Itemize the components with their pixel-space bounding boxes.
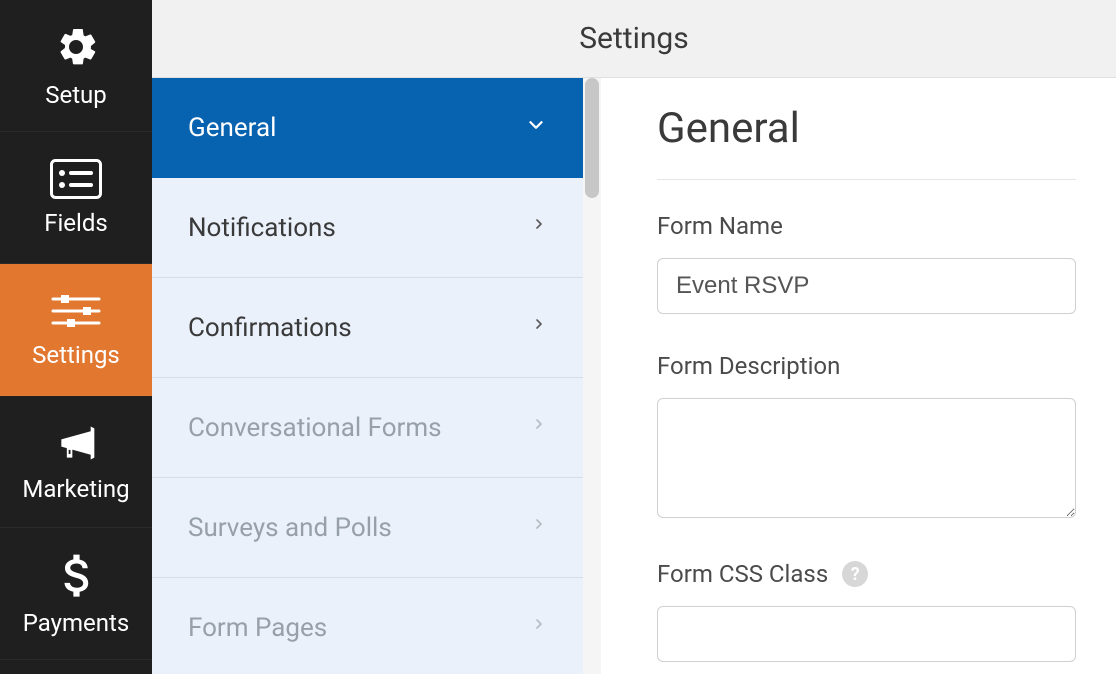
submenu-label: Confirmations (188, 313, 352, 343)
field-group-form-description: Form Description (657, 352, 1076, 522)
settings-submenu: General Notifications Confirmations (152, 78, 583, 674)
chevron-right-icon (531, 612, 547, 643)
bullhorn-icon (50, 421, 102, 465)
nav-label: Payments (23, 609, 130, 637)
submenu-item-general[interactable]: General (152, 78, 583, 178)
gear-icon (52, 23, 100, 71)
field-group-form-name: Form Name (657, 212, 1076, 314)
nav-item-fields[interactable]: Fields (0, 132, 152, 264)
submenu-label: Surveys and Polls (188, 513, 392, 543)
form-css-label: Form CSS Class (657, 560, 828, 588)
submenu-item-confirmations[interactable]: Confirmations (152, 278, 583, 378)
submenu-item-conversational-forms[interactable]: Conversational Forms (152, 378, 583, 478)
submenu-item-form-pages[interactable]: Form Pages (152, 578, 583, 674)
nav-item-settings[interactable]: Settings (0, 264, 152, 396)
nav-label: Marketing (22, 475, 129, 503)
field-group-form-css: Form CSS Class ? (657, 560, 1076, 662)
chevron-right-icon (531, 212, 547, 243)
nav-rail: Setup Fields Settings (0, 0, 152, 674)
content-heading: General (657, 104, 1076, 180)
submenu-label: Form Pages (188, 613, 327, 643)
chevron-right-icon (531, 512, 547, 543)
scrollbar-thumb[interactable] (585, 78, 599, 198)
help-icon[interactable]: ? (842, 561, 868, 587)
list-icon (50, 159, 102, 199)
top-bar-title: Settings (152, 0, 1116, 78)
form-description-input[interactable] (657, 398, 1076, 518)
submenu-wrap: General Notifications Confirmations (152, 78, 601, 674)
submenu-label: General (188, 113, 276, 143)
chevron-right-icon (531, 312, 547, 343)
chevron-down-icon (525, 113, 547, 143)
submenu-label: Notifications (188, 213, 336, 243)
content-panel: General Form Name Form Description Form … (601, 78, 1116, 674)
submenu-scrollbar[interactable] (583, 78, 601, 674)
nav-item-payments[interactable]: Payments (0, 528, 152, 660)
sliders-icon (51, 291, 101, 331)
nav-item-setup[interactable]: Setup (0, 0, 152, 132)
right-side: Settings General Notifications (152, 0, 1116, 674)
nav-label: Settings (32, 341, 120, 369)
form-css-input[interactable] (657, 606, 1076, 662)
form-name-label: Form Name (657, 212, 1076, 240)
main-area: General Notifications Confirmations (152, 78, 1116, 674)
form-name-input[interactable] (657, 258, 1076, 314)
submenu-item-notifications[interactable]: Notifications (152, 178, 583, 278)
submenu-label: Conversational Forms (188, 413, 442, 443)
nav-label: Setup (45, 81, 107, 109)
dollar-icon (61, 551, 91, 599)
nav-item-marketing[interactable]: Marketing (0, 396, 152, 528)
chevron-right-icon (531, 412, 547, 443)
submenu-item-surveys-and-polls[interactable]: Surveys and Polls (152, 478, 583, 578)
form-description-label: Form Description (657, 352, 1076, 380)
nav-label: Fields (44, 209, 108, 237)
